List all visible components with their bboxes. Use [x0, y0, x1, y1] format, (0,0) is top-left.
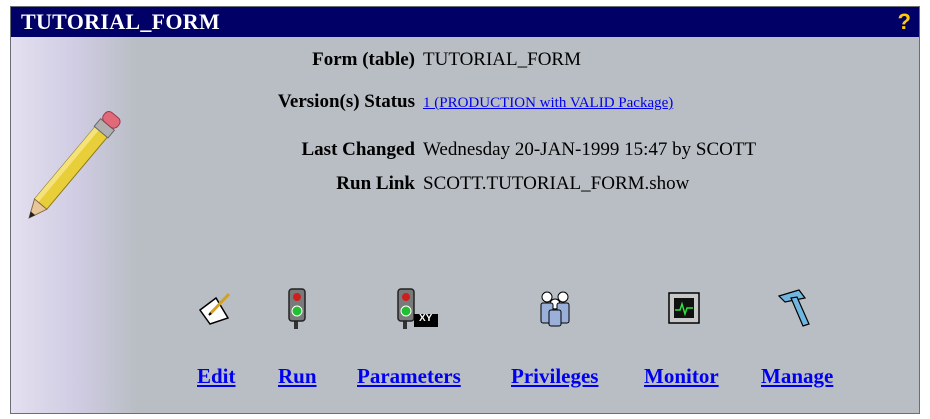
traffic-light-xy-icon[interactable]: XY — [394, 285, 454, 331]
help-icon[interactable]: ? — [898, 9, 911, 35]
runlink-label: Run Link — [336, 173, 415, 194]
pencil-icon — [28, 111, 121, 219]
people-icon[interactable] — [533, 285, 577, 331]
changed-row: Last Changed Wednesday 20-JAN-1999 15:47… — [133, 139, 757, 161]
privileges-link[interactable]: Privileges — [511, 364, 598, 389]
title-bar: TUTORIAL_FORM ? — [11, 7, 919, 37]
form-window: TUTORIAL_FORM ? Form (table) TUTORIAL_FO… — [10, 6, 920, 414]
run-link[interactable]: Run — [278, 364, 317, 389]
monitor-link[interactable]: Monitor — [644, 364, 719, 389]
version-label: Version(s) Status — [277, 91, 415, 112]
parameters-link[interactable]: Parameters — [357, 364, 461, 389]
monitor-icon[interactable] — [662, 285, 706, 331]
window-title: TUTORIAL_FORM — [21, 9, 221, 34]
decorative-sidebar — [11, 37, 136, 413]
edit-icon[interactable] — [194, 285, 238, 331]
hammer-icon[interactable] — [773, 285, 817, 331]
form-value: TUTORIAL_FORM — [423, 49, 581, 70]
version-status-link[interactable]: 1 (PRODUCTION with VALID Package) — [423, 95, 673, 112]
traffic-light-icon[interactable] — [277, 285, 321, 331]
runlink-value: SCOTT.TUTORIAL_FORM.show — [423, 173, 690, 194]
changed-value: Wednesday 20-JAN-1999 15:47 by SCOTT — [423, 139, 757, 160]
xy-label: XY — [419, 313, 433, 324]
changed-label: Last Changed — [301, 139, 416, 160]
version-row: Version(s) Status 1 (PRODUCTION with VAL… — [133, 91, 673, 113]
form-label: Form (table) — [312, 49, 415, 70]
runlink-row: Run Link SCOTT.TUTORIAL_FORM.show — [133, 173, 689, 195]
edit-link[interactable]: Edit — [197, 364, 236, 389]
manage-link[interactable]: Manage — [761, 364, 833, 389]
form-row: Form (table) TUTORIAL_FORM — [133, 49, 581, 71]
